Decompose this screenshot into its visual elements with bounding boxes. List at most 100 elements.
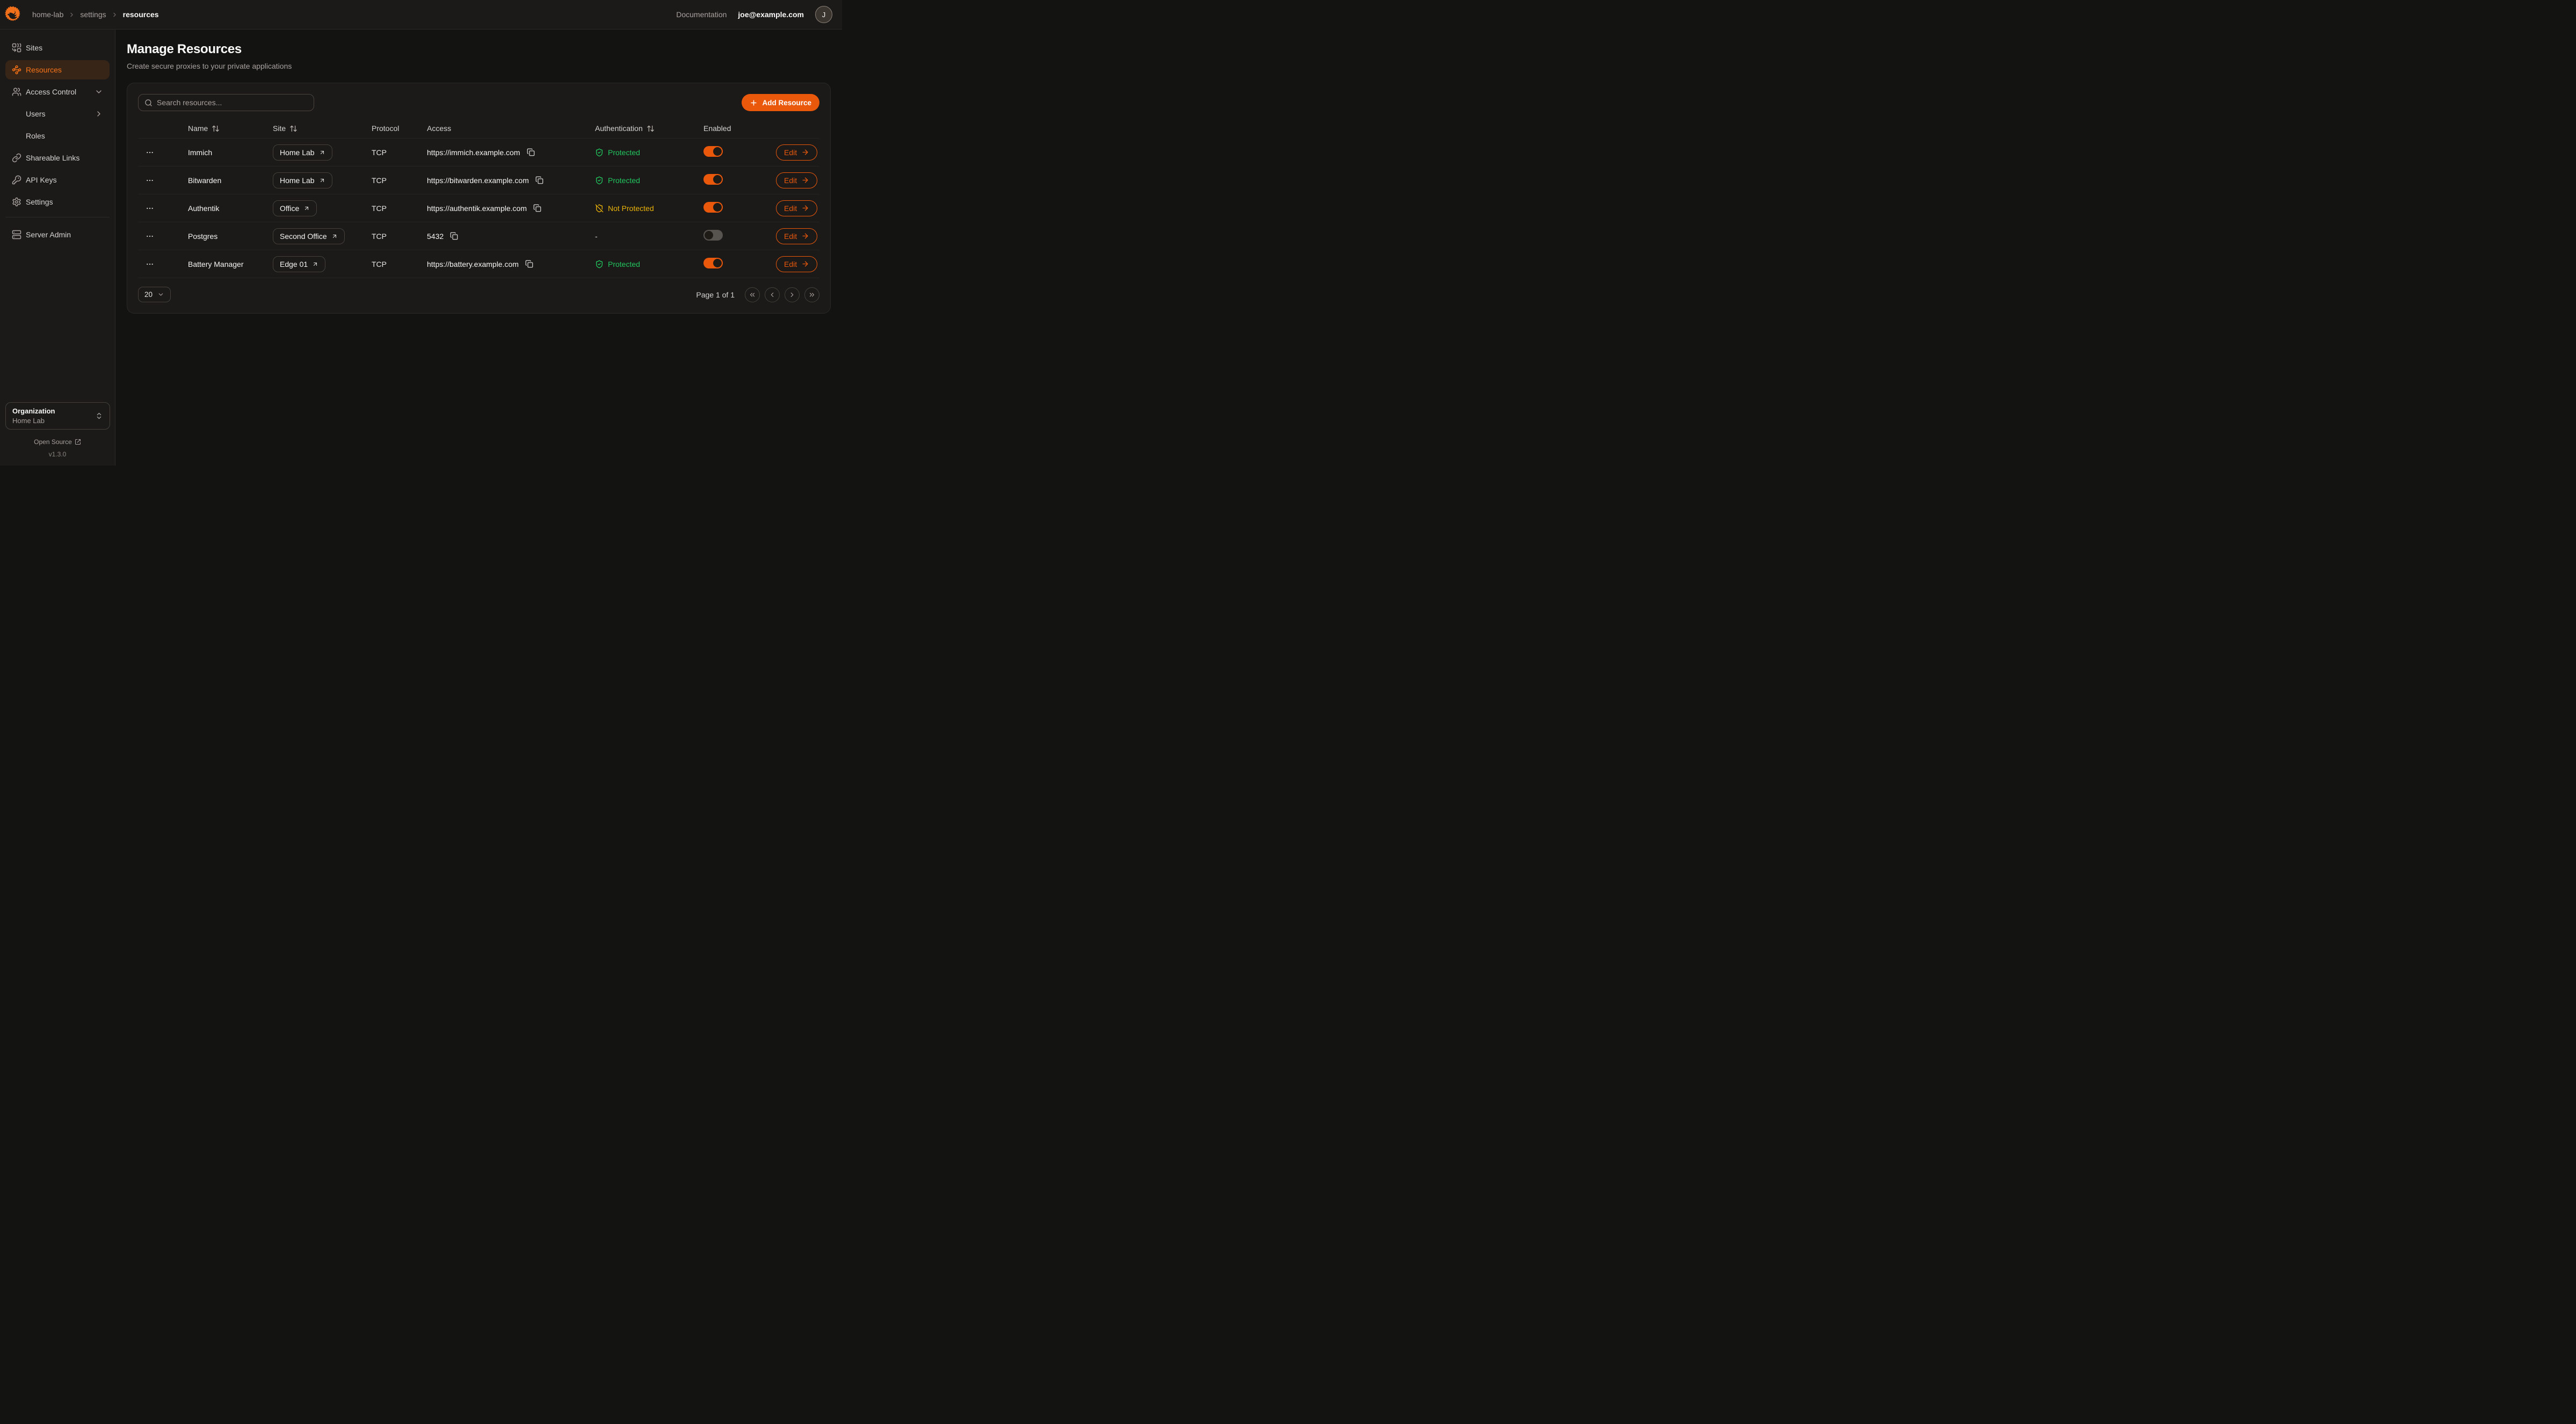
- ellipsis-icon: [146, 260, 154, 268]
- site-link[interactable]: Home Lab: [273, 144, 332, 161]
- shield-off-icon: [595, 204, 604, 213]
- copy-button[interactable]: [524, 259, 534, 269]
- pangolin-logo[interactable]: [4, 5, 23, 24]
- documentation-link[interactable]: Documentation: [676, 10, 727, 19]
- user-email[interactable]: joe@example.com: [738, 10, 804, 19]
- ellipsis-icon: [146, 232, 154, 241]
- shield-check-icon: [595, 176, 604, 185]
- row-actions-button[interactable]: [142, 146, 157, 159]
- edit-label: Edit: [784, 148, 797, 157]
- sidebar-item-users[interactable]: Users: [5, 104, 110, 123]
- arrow-up-right-icon: [331, 233, 338, 239]
- sidebar-item-access-control[interactable]: Access Control: [5, 82, 110, 101]
- sort-icon: [647, 125, 655, 133]
- prev-page-button[interactable]: [765, 287, 780, 302]
- sidebar-item-sites[interactable]: Sites: [5, 38, 110, 57]
- sidebar-item-roles[interactable]: Roles: [5, 126, 110, 146]
- site-link[interactable]: Second Office: [273, 228, 345, 244]
- enabled-toggle[interactable]: [703, 230, 723, 241]
- enabled-toggle[interactable]: [703, 258, 723, 268]
- edit-button[interactable]: Edit: [776, 256, 817, 272]
- copy-button[interactable]: [449, 231, 459, 241]
- search-icon: [144, 99, 153, 107]
- sort-site-button[interactable]: [289, 125, 297, 133]
- row-actions-button[interactable]: [142, 258, 157, 271]
- site-link[interactable]: Edge 01: [273, 256, 325, 272]
- add-resource-button[interactable]: Add Resource: [742, 94, 819, 111]
- protocol: TCP: [372, 176, 427, 185]
- arrow-right-icon: [801, 260, 809, 268]
- next-page-button[interactable]: [785, 287, 800, 302]
- chevron-down-icon: [157, 291, 164, 298]
- breadcrumb-org[interactable]: home-lab: [32, 10, 63, 19]
- external-link-icon: [75, 439, 81, 445]
- auth-status: Protected: [595, 176, 703, 185]
- breadcrumb-settings[interactable]: settings: [80, 10, 106, 19]
- enabled-toggle[interactable]: [703, 202, 723, 213]
- enabled-toggle[interactable]: [703, 146, 723, 157]
- avatar[interactable]: J: [815, 6, 832, 23]
- toggle-knob: [705, 231, 713, 239]
- row-actions-button[interactable]: [142, 202, 157, 215]
- site-link[interactable]: Office: [273, 200, 317, 216]
- sort-name-button[interactable]: [212, 125, 220, 133]
- sidebar-item-server-admin[interactable]: Server Admin: [5, 225, 110, 244]
- site-link[interactable]: Home Lab: [273, 172, 332, 188]
- sidebar-item-resources[interactable]: Resources: [5, 60, 110, 79]
- copy-icon: [533, 204, 541, 212]
- resources-icon: [12, 65, 21, 75]
- arrow-right-icon: [801, 232, 809, 240]
- search-input[interactable]: [157, 98, 308, 107]
- row-actions-button[interactable]: [142, 174, 157, 187]
- arrow-right-icon: [801, 176, 809, 184]
- chevron-right-icon: [788, 291, 796, 299]
- copy-button[interactable]: [532, 203, 542, 213]
- copy-icon: [450, 232, 458, 240]
- auth-status-label: Not Protected: [608, 204, 654, 213]
- page-size-select[interactable]: 20: [138, 287, 171, 302]
- auth-status: Protected: [595, 148, 703, 157]
- page-status: Page 1 of 1: [696, 290, 735, 299]
- copy-icon: [527, 148, 535, 156]
- sidebar-item-settings[interactable]: Settings: [5, 192, 110, 212]
- auth-status-label: Protected: [608, 176, 640, 185]
- header-enabled: Enabled: [703, 124, 731, 133]
- sidebar-item-shareable-links[interactable]: Shareable Links: [5, 148, 110, 168]
- edit-button[interactable]: Edit: [776, 200, 817, 216]
- resource-name: Authentik: [188, 204, 273, 213]
- edit-label: Edit: [784, 176, 797, 185]
- arrow-up-right-icon: [319, 177, 325, 184]
- edit-button[interactable]: Edit: [776, 172, 817, 188]
- copy-button[interactable]: [534, 175, 545, 185]
- ellipsis-icon: [146, 176, 154, 185]
- enabled-toggle[interactable]: [703, 174, 723, 185]
- row-actions-button[interactable]: [142, 230, 157, 243]
- copy-button[interactable]: [526, 147, 536, 157]
- resource-name: Immich: [188, 148, 273, 157]
- auth-status: Not Protected: [595, 204, 703, 213]
- edit-button[interactable]: Edit: [776, 144, 817, 161]
- sort-authentication-button[interactable]: [647, 125, 655, 133]
- sidebar-item-label: Sites: [26, 43, 42, 52]
- toggle-knob: [713, 147, 722, 156]
- pager: Page 1 of 1: [696, 287, 819, 302]
- toggle-knob: [713, 259, 722, 267]
- breadcrumb: home-lab settings resources: [32, 10, 159, 19]
- last-page-button[interactable]: [804, 287, 819, 302]
- edit-button[interactable]: Edit: [776, 228, 817, 244]
- sidebar-item-api-keys[interactable]: API Keys: [5, 170, 110, 190]
- first-page-button[interactable]: [745, 287, 760, 302]
- table-row: AuthentikOfficeTCPhttps://authentik.exam…: [138, 194, 819, 222]
- sidebar-item-label: API Keys: [26, 176, 57, 184]
- table-row: BitwardenHome LabTCPhttps://bitwarden.ex…: [138, 166, 819, 194]
- card-toolbar: Add Resource: [138, 94, 819, 111]
- open-source-link[interactable]: Open Source: [0, 438, 115, 446]
- sidebar: Sites Resources Access Control Users Rol…: [0, 30, 115, 466]
- organization-selector[interactable]: Organization Home Lab: [5, 402, 110, 430]
- ellipsis-icon: [146, 148, 154, 157]
- key-icon: [12, 175, 21, 185]
- copy-icon: [525, 260, 533, 268]
- page-size-value: 20: [144, 290, 153, 299]
- sort-icon: [212, 125, 220, 133]
- protocol: TCP: [372, 204, 427, 213]
